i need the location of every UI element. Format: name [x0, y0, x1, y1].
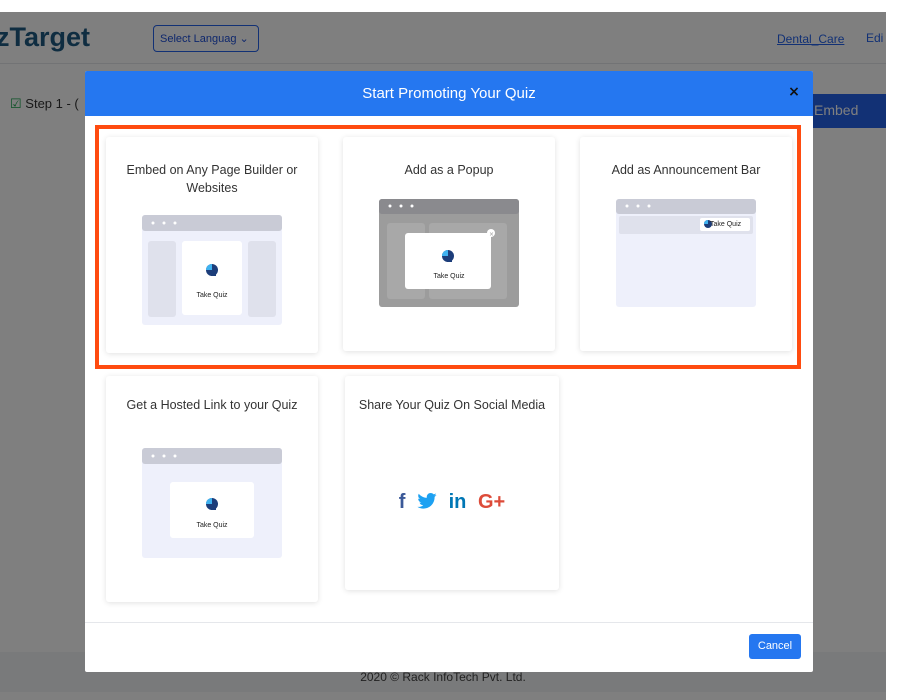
social-share-option-card[interactable]: Share Your Quiz On Social Media f in G+	[345, 376, 559, 590]
embed-option-card[interactable]: Embed on Any Page Builder or Websites Ta…	[106, 137, 318, 353]
take-quiz-label: Take Quiz	[196, 522, 228, 529]
take-quiz-label: Take Quiz	[710, 221, 742, 228]
social-icons: f in G+	[345, 491, 559, 514]
announcement-illustration	[616, 199, 756, 307]
twitter-icon[interactable]	[417, 491, 443, 513]
hosted-link-illustration	[142, 448, 282, 558]
take-quiz-label: Take Quiz	[196, 292, 228, 299]
card-title: Add as a Popup	[404, 163, 494, 177]
card-title: Share Your Quiz On Social Media	[358, 398, 546, 412]
promote-modal: Start Promoting Your Quiz × Embed on Any…	[85, 71, 813, 672]
popup-illustration: ×	[379, 199, 519, 307]
hosted-link-option-card[interactable]: Get a Hosted Link to your Quiz Take Quiz	[106, 376, 318, 602]
card-title: Add as Announcement Bar	[611, 163, 761, 177]
cancel-button[interactable]: Cancel	[749, 634, 801, 659]
google-plus-icon[interactable]: G+	[478, 491, 505, 513]
take-quiz-label: Take Quiz	[433, 273, 465, 280]
linkedin-icon[interactable]: in	[449, 491, 467, 513]
popup-option-card[interactable]: Add as a Popup × Take Quiz	[343, 137, 555, 351]
close-icon[interactable]: ×	[785, 83, 803, 101]
card-title: Get a Hosted Link to your Quiz	[126, 398, 298, 412]
modal-footer-divider	[85, 622, 813, 623]
facebook-icon[interactable]: f	[399, 491, 406, 513]
card-title: Embed on Any Page Builder or Websites	[126, 163, 298, 195]
modal-title: Start Promoting Your Quiz	[362, 85, 536, 102]
svg-text:×: ×	[489, 231, 494, 238]
embed-illustration	[142, 215, 282, 325]
announcement-bar-option-card[interactable]: Add as Announcement Bar Take Quiz	[580, 137, 792, 351]
modal-header: Start Promoting Your Quiz ×	[85, 71, 813, 116]
